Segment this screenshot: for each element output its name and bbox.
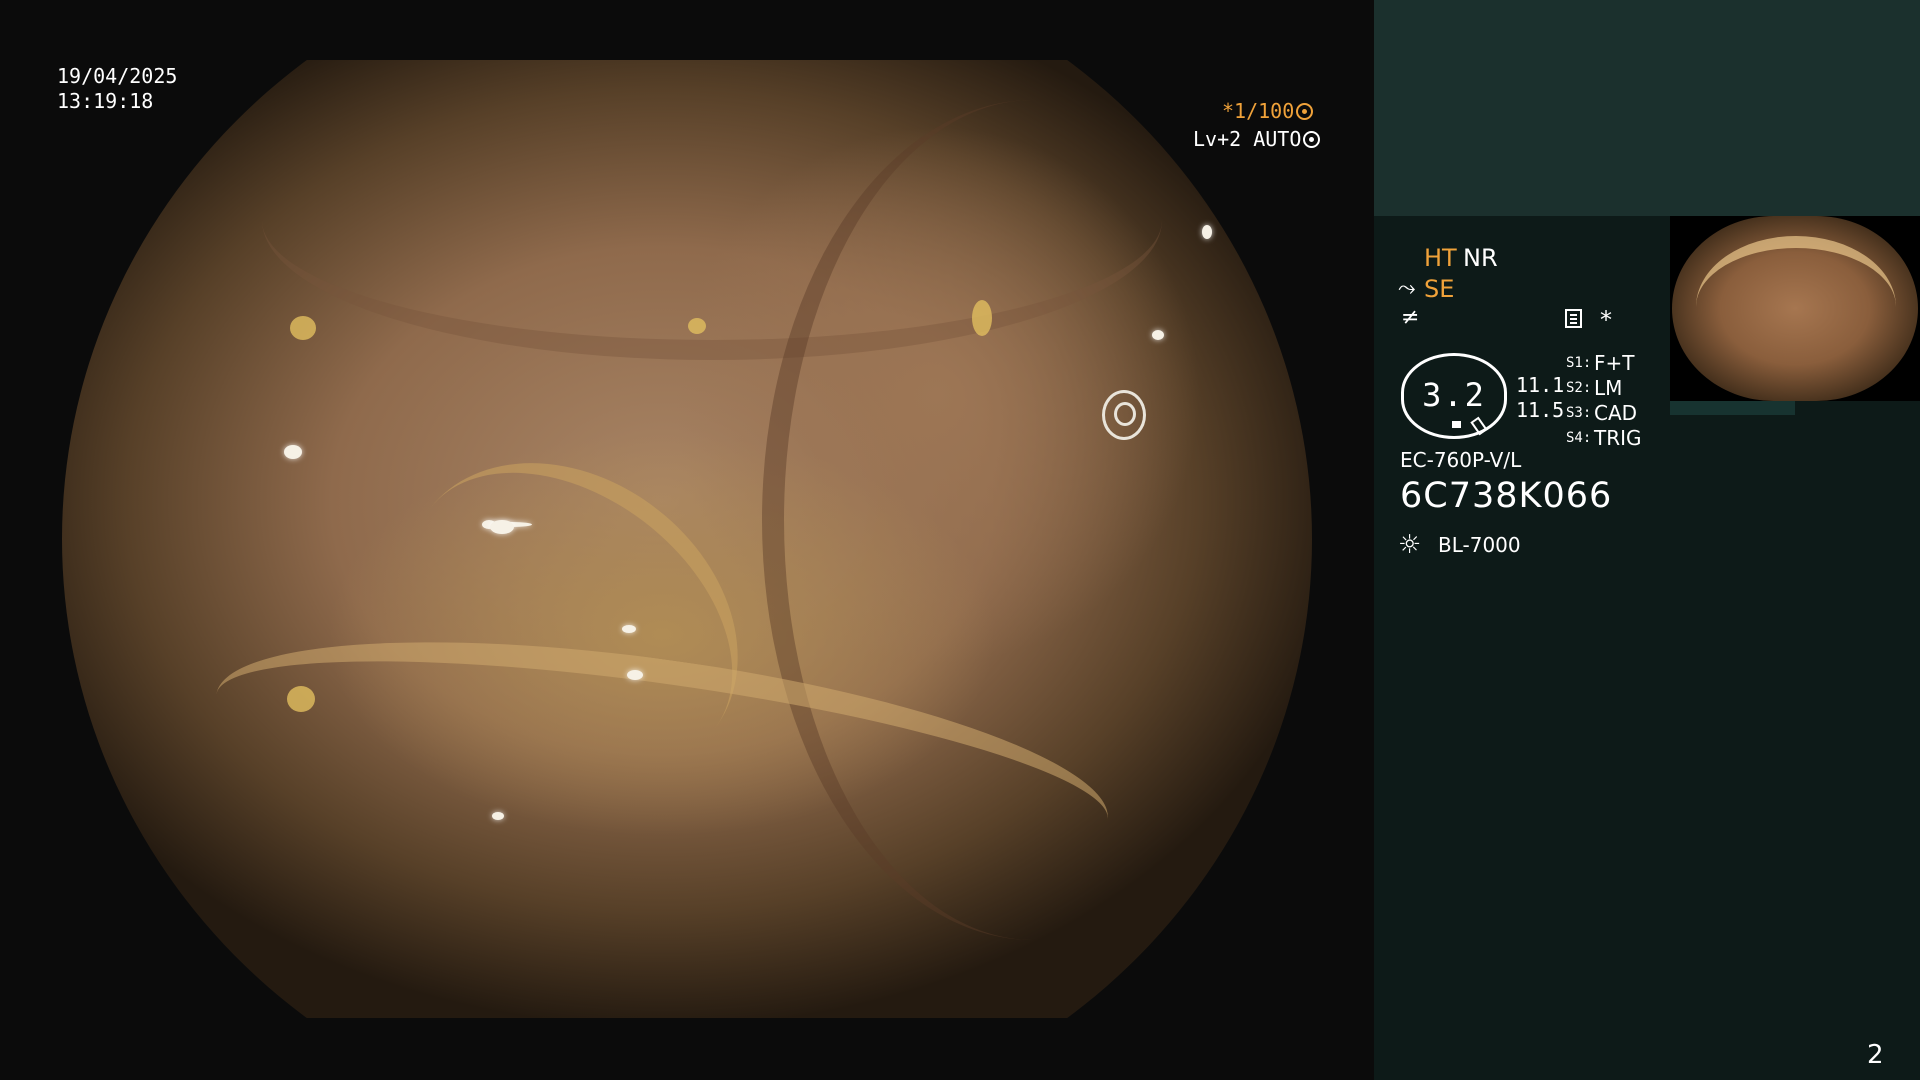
thumbnail-image xyxy=(1672,216,1918,401)
debris-spot xyxy=(972,300,992,336)
shutter-speed: *1/100 xyxy=(1222,99,1314,124)
info-panel-header xyxy=(1374,0,1920,216)
debris-spot xyxy=(688,318,706,334)
switch-label: S4: xyxy=(1566,430,1592,446)
light-reflection xyxy=(1202,225,1212,239)
switch-value: TRIG xyxy=(1594,426,1642,450)
switch-label: S1: xyxy=(1566,355,1592,371)
gauge-side-value: 11.5 xyxy=(1516,398,1565,422)
debris-spot xyxy=(290,316,316,340)
menu-icon xyxy=(1565,309,1582,328)
scope-serial: 6C738K066 xyxy=(1400,476,1613,516)
light-reflection xyxy=(490,520,514,534)
auto-iris-icon xyxy=(1303,131,1321,148)
switch-value: F+T xyxy=(1594,351,1635,375)
light-reflection xyxy=(627,670,643,680)
structure-enhance-icon: ⤳ xyxy=(1398,276,1416,301)
page-number: 2 xyxy=(1867,1040,1884,1070)
light-reflection xyxy=(622,625,636,633)
switch-label: S2: xyxy=(1566,380,1592,396)
nr-indicator: NR xyxy=(1463,244,1498,272)
enhancement-gauge: 3.2 xyxy=(1401,353,1507,439)
freeze-icon: ≠ xyxy=(1401,305,1420,330)
ht-indicator: HT xyxy=(1424,244,1457,272)
switch-label: S3: xyxy=(1566,405,1592,421)
scope-model: EC-760P-V/L xyxy=(1400,448,1522,472)
light-reflection xyxy=(284,445,302,459)
mucosal-fold xyxy=(1696,236,1896,378)
brightness-level: Lv+2 AUTO xyxy=(1193,127,1321,152)
gauge-side-value: 11.1 xyxy=(1516,373,1565,397)
light-source-model: BL-7000 xyxy=(1438,533,1521,557)
exam-date: 19/04/2025 xyxy=(57,64,178,88)
star-indicator: * xyxy=(1600,306,1612,334)
bubble xyxy=(1114,402,1136,426)
gauge-marker xyxy=(1452,421,1461,428)
switch-value: CAD xyxy=(1594,401,1638,425)
debris-spot xyxy=(287,686,315,712)
endoscopic-image xyxy=(62,60,1312,1018)
gauge-value: 3.2 xyxy=(1422,376,1486,414)
light-reflection xyxy=(492,812,504,820)
brightness-level-value: Lv+2 AUTO xyxy=(1193,127,1302,151)
light-reflection xyxy=(1152,330,1164,340)
shutter-icon xyxy=(1296,103,1314,120)
light-source-icon: ☼ xyxy=(1398,530,1422,560)
thumbnail-bar-segment xyxy=(1795,401,1920,415)
switch-value: LM xyxy=(1594,376,1623,400)
exam-time: 13:19:18 xyxy=(57,89,154,113)
se-indicator: SE xyxy=(1424,275,1455,303)
captured-image-thumbnail[interactable] xyxy=(1670,216,1920,401)
shutter-speed-value: *1/100 xyxy=(1222,99,1295,123)
